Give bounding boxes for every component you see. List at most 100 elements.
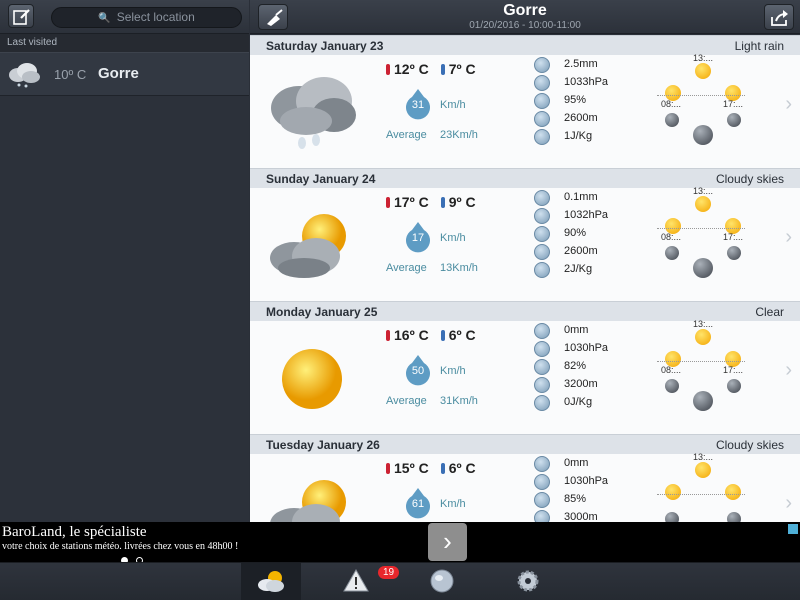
metric-row: 2J/Kg bbox=[534, 261, 654, 279]
sun-moon-chart: 13:... 08:... 17:... bbox=[655, 186, 750, 298]
horizon-line bbox=[657, 361, 745, 362]
warning-icon bbox=[343, 568, 369, 592]
sunset-time: 17:... bbox=[723, 99, 744, 109]
moon-icon bbox=[693, 258, 713, 278]
moon-icon bbox=[727, 113, 741, 127]
share-button[interactable] bbox=[764, 4, 794, 30]
metric-value: 1J/Kg bbox=[564, 130, 593, 142]
temp-min: 7º C bbox=[448, 61, 476, 77]
day-condition: Light rain bbox=[734, 39, 784, 53]
tab-settings[interactable] bbox=[500, 563, 560, 600]
metric-value: 90% bbox=[564, 227, 587, 239]
sunset-time: 17:... bbox=[723, 365, 744, 375]
chevron-right-icon[interactable]: › bbox=[785, 93, 792, 116]
tab-globe[interactable] bbox=[414, 563, 474, 600]
page-title: Gorre bbox=[503, 2, 547, 19]
metric-value: 2.5mm bbox=[564, 58, 598, 70]
precipitation-icon bbox=[534, 57, 550, 73]
metric-row: 1032hPa bbox=[534, 207, 654, 225]
ad-next-button[interactable]: › bbox=[428, 523, 467, 561]
metric-value: 1030hPa bbox=[564, 475, 609, 487]
thermometer-hot-icon bbox=[386, 463, 390, 474]
metric-row: 85% bbox=[534, 491, 654, 509]
forecast-list[interactable]: Saturday January 23 Light rain 12º C 7º C 31… bbox=[250, 35, 800, 522]
metric-value: 85% bbox=[564, 493, 587, 505]
metric-value: 1032hPa bbox=[564, 209, 609, 221]
chevron-right-icon[interactable]: › bbox=[785, 492, 792, 515]
metrics: 0mm 1030hPa 85% 3000m bbox=[534, 455, 654, 522]
thermometer-cold-icon bbox=[440, 330, 445, 341]
metric-row: 3200m bbox=[534, 376, 654, 394]
thermometer-hot-icon bbox=[386, 197, 390, 208]
tab-forecast[interactable] bbox=[241, 563, 301, 600]
precipitation-icon bbox=[534, 323, 550, 339]
edit-button[interactable] bbox=[8, 4, 34, 28]
moon-icon bbox=[727, 379, 741, 393]
day-body[interactable]: 17º C 9º C 17 Km/h Average 13Km/h 0.1mm 1032hPa… bbox=[250, 186, 800, 301]
metric-row: 1033hPa bbox=[534, 74, 654, 92]
day-body[interactable]: 15º C 6º C 61 Km/h 0mm 1030hPa 85% 3000m 13:... › bbox=[250, 452, 800, 522]
day-body[interactable]: 12º C 7º C 31 Km/h Average 23Km/h 2.5mm 1033hPa… bbox=[250, 53, 800, 168]
temps: 17º C 9º C bbox=[386, 194, 488, 210]
moon-icon bbox=[665, 512, 679, 522]
temp-max: 15º C bbox=[394, 460, 429, 476]
average-label: Average bbox=[386, 395, 427, 407]
moon-icon bbox=[693, 391, 713, 411]
metric-value: 1030hPa bbox=[564, 342, 609, 354]
sun-icon bbox=[695, 462, 711, 478]
page-subtitle: 01/20/2016 - 10:00-11:00 bbox=[469, 20, 581, 31]
precipitation-icon bbox=[534, 190, 550, 206]
metric-row: 90% bbox=[534, 225, 654, 243]
search-placeholder: Select location bbox=[116, 10, 195, 24]
day-forecast[interactable]: Saturday January 23 Light rain 12º C 7º C 31… bbox=[250, 35, 800, 168]
humidity-icon bbox=[534, 492, 550, 508]
day-body[interactable]: 16º C 6º C 50 Km/h Average 31Km/h 0mm 1030hPa 82… bbox=[250, 319, 800, 434]
location-search-input[interactable]: 🔍 Select location bbox=[51, 7, 242, 28]
share-icon bbox=[771, 10, 788, 26]
day-header: Sunday January 24 Cloudy skies bbox=[250, 168, 800, 188]
metric-value: 0.1mm bbox=[564, 191, 598, 203]
sunrise-time: 08:... bbox=[661, 232, 682, 242]
temp-max: 16º C bbox=[394, 327, 429, 343]
wind-speed: 61 bbox=[411, 498, 425, 510]
sun-icon bbox=[665, 484, 681, 500]
globe-icon bbox=[430, 569, 454, 593]
metric-value: 2600m bbox=[564, 245, 598, 257]
cape-icon bbox=[534, 129, 550, 145]
noon-time: 13:... bbox=[693, 186, 714, 196]
tab-bar: 19 bbox=[0, 562, 800, 600]
horizon-line bbox=[657, 494, 745, 495]
humidity-icon bbox=[534, 93, 550, 109]
pressure-icon bbox=[534, 341, 550, 357]
day-date: Tuesday January 26 bbox=[266, 438, 380, 452]
metric-value: 95% bbox=[564, 94, 587, 106]
sun-icon bbox=[695, 196, 711, 212]
sun-moon-chart: 13:... 08:... 17:... bbox=[655, 319, 750, 431]
wind-unit: Km/h bbox=[440, 99, 466, 111]
day-condition: Clear bbox=[755, 305, 784, 319]
noon-time: 13:... bbox=[693, 319, 714, 329]
thermometer-cold-icon bbox=[440, 463, 445, 474]
thermometer-cold-icon bbox=[440, 64, 445, 75]
adchoices-icon[interactable] bbox=[788, 524, 798, 534]
average-label: Average bbox=[386, 129, 427, 141]
chevron-right-icon[interactable]: › bbox=[785, 359, 792, 382]
day-forecast[interactable]: Sunday January 24 Cloudy skies 17º C 9º C 17… bbox=[250, 168, 800, 301]
day-header: Monday January 25 Clear bbox=[250, 301, 800, 321]
location-item-gorre[interactable]: 10º C Gorre bbox=[0, 52, 249, 96]
visibility-icon bbox=[534, 111, 550, 127]
wind-speed: 17 bbox=[411, 232, 425, 244]
day-forecast[interactable]: Tuesday January 26 Cloudy skies 15º C 6º C 6… bbox=[250, 434, 800, 522]
temps: 16º C 6º C bbox=[386, 327, 488, 343]
pressure-icon bbox=[534, 208, 550, 224]
sun-moon-chart: 13:... bbox=[655, 452, 750, 522]
metric-row: 82% bbox=[534, 358, 654, 376]
precipitation-icon bbox=[534, 456, 550, 472]
chevron-right-icon[interactable]: › bbox=[785, 226, 792, 249]
cloud-sun-icon bbox=[270, 480, 346, 522]
sun-moon-chart: 13:... 08:... 17:... bbox=[655, 53, 750, 165]
ad-banner[interactable]: BaroLand, le spécialiste votre choix de … bbox=[0, 522, 800, 564]
day-forecast[interactable]: Monday January 25 Clear 16º C 6º C 50 Km/h Ave… bbox=[250, 301, 800, 434]
visibility-icon bbox=[534, 510, 550, 522]
sidebar-toolbar: 🔍 Select location bbox=[0, 0, 249, 34]
